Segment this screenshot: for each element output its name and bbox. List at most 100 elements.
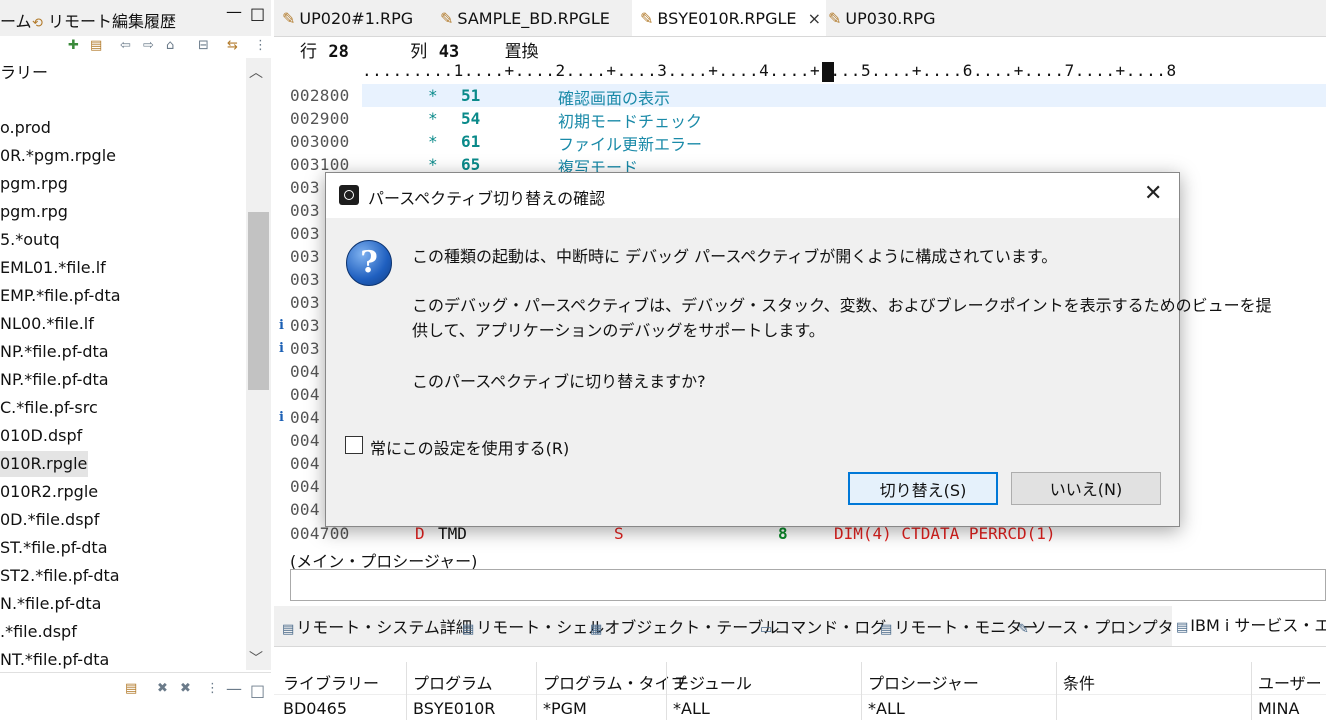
dialog-title: パースペクティブ切り替えの確認 bbox=[368, 189, 606, 208]
table-cell[interactable]: BSYE010R bbox=[413, 699, 495, 718]
results-header: ライブラリー プログラム プログラム・タイプ モジュール プロシージャー 条件 … bbox=[274, 662, 1326, 695]
tab-remote-monitor[interactable]: ▤ リモート・モニター bbox=[880, 614, 1038, 638]
tree-item[interactable]: 0D.*file.dspf bbox=[0, 507, 99, 533]
collapse-all-icon[interactable]: ⊟ bbox=[198, 38, 209, 53]
table-cell[interactable]: MINA bbox=[1258, 699, 1299, 718]
info-marker-icon: i bbox=[279, 341, 284, 356]
source-comment[interactable]: 初期モードチェック bbox=[558, 108, 702, 132]
tree-item[interactable]: .*file.dspf bbox=[0, 619, 77, 645]
indicator-number: 54 bbox=[461, 109, 481, 128]
minimize-button[interactable]: — bbox=[226, 2, 242, 21]
tree-item[interactable]: o.prod bbox=[0, 115, 51, 141]
column-divider[interactable] bbox=[666, 662, 667, 720]
tree-item[interactable]: NL00.*file.lf bbox=[0, 311, 94, 337]
tree-item[interactable]: NP.*file.pf-dta bbox=[0, 339, 109, 365]
column-header[interactable]: モジュール bbox=[673, 670, 752, 694]
info-marker-icon: i bbox=[279, 318, 284, 333]
column-divider[interactable] bbox=[1056, 662, 1057, 720]
comment-star: * bbox=[428, 109, 438, 128]
new-connection-icon[interactable]: ✚ bbox=[68, 38, 79, 53]
tree-item[interactable]: 010D.dspf bbox=[0, 423, 82, 449]
tab-label: UP030.RPG bbox=[845, 9, 936, 28]
tree-item[interactable]: NT.*file.pf-dta bbox=[0, 647, 109, 673]
column-divider[interactable] bbox=[536, 662, 537, 720]
tree-item[interactable]: EMP.*file.pf-dta bbox=[0, 283, 121, 309]
tab-partial[interactable]: ーム bbox=[0, 8, 32, 32]
tab-sample-bd[interactable]: ✎ SAMPLE_BD.RPGLE bbox=[432, 0, 636, 36]
tree-item[interactable]: NP.*file.pf-dta bbox=[0, 367, 109, 393]
scroll-up-icon[interactable]: ︿ bbox=[249, 62, 263, 82]
line-number-partial: 004 bbox=[290, 431, 320, 450]
switch-button[interactable]: 切り替え(S) bbox=[848, 472, 998, 505]
column-header[interactable]: プログラム bbox=[413, 670, 493, 694]
remove-all-icon[interactable]: ✖ bbox=[180, 681, 191, 696]
pencil-icon: ✎ bbox=[440, 9, 454, 28]
procedure-field[interactable] bbox=[290, 569, 1326, 601]
minimize-button[interactable]: — bbox=[226, 679, 242, 698]
column-header[interactable]: 条件 bbox=[1063, 670, 1095, 694]
column-divider[interactable] bbox=[406, 662, 407, 720]
tab-command-log[interactable]: ▭ コマンド・ログ bbox=[760, 614, 886, 638]
column-header[interactable]: ライブラリー bbox=[283, 670, 379, 694]
tree-item[interactable]: ST.*file.pf-dta bbox=[0, 535, 108, 561]
tab-close-icon[interactable]: × bbox=[808, 9, 821, 28]
close-icon[interactable]: ✕ bbox=[1144, 181, 1162, 206]
forward-icon[interactable]: ⇨ bbox=[143, 38, 154, 53]
tab-remote-edit-history-label: リモート編集履歴 bbox=[48, 12, 177, 31]
view-menu-icon[interactable]: ⋮ bbox=[254, 38, 267, 53]
log-icon: ▭ bbox=[760, 622, 773, 637]
tab-up030[interactable]: ✎ UP030.RPG bbox=[820, 0, 958, 36]
no-button[interactable]: いいえ(N) bbox=[1011, 472, 1161, 505]
tree-item[interactable]: ST2.*file.pf-dta bbox=[0, 563, 120, 589]
table-cell[interactable]: *ALL bbox=[673, 699, 710, 718]
tree-item[interactable]: pgm.rpg bbox=[0, 171, 68, 197]
tab-object-table[interactable]: ▦ オブジェクト・テーブル bbox=[590, 614, 779, 638]
app-icon bbox=[339, 185, 359, 205]
tree-item[interactable]: 5.*outq bbox=[0, 227, 60, 253]
tab-ibm-i-service[interactable]: ▤IBM i サービス・エン bbox=[1172, 606, 1326, 646]
line-number-partial: 003 bbox=[290, 270, 320, 289]
tab-source-prompter[interactable]: ✎ ソース・プロンプター bbox=[1018, 614, 1190, 638]
remember-setting-label[interactable]: 常にこの設定を使用する(R) bbox=[370, 435, 569, 459]
source-comment[interactable]: 確認画面の表示 bbox=[558, 85, 670, 109]
tab-remote-edit-history[interactable]: ⟲ リモート編集履歴 bbox=[32, 8, 176, 32]
dialog-titlebar[interactable]: パースペクティブ切り替えの確認 ✕ bbox=[326, 173, 1179, 218]
column-divider[interactable] bbox=[861, 662, 862, 720]
maximize-button[interactable]: □ bbox=[250, 4, 265, 23]
view-menu-icon[interactable]: ⋮ bbox=[206, 681, 219, 696]
tree-item[interactable]: ラリー bbox=[0, 60, 48, 86]
filter-icon[interactable]: ▤ bbox=[90, 38, 102, 53]
maximize-button[interactable]: □ bbox=[250, 681, 265, 700]
link-with-editor-icon[interactable]: ⇆ bbox=[227, 38, 238, 53]
back-icon[interactable]: ⇦ bbox=[120, 38, 131, 53]
tree-scrollbar-thumb[interactable] bbox=[248, 212, 269, 390]
tab-remote-system-details[interactable]: ▤ リモート・システム詳細 bbox=[282, 614, 472, 638]
tab-up020[interactable]: ✎ UP020#1.RPG bbox=[274, 0, 438, 36]
tree-item[interactable]: 010R2.rpgle bbox=[0, 479, 98, 505]
tree-item[interactable]: C.*file.pf-src bbox=[0, 395, 98, 421]
service-icon: ▤ bbox=[1176, 620, 1189, 635]
home-icon[interactable]: ⌂ bbox=[166, 38, 174, 53]
remove-icon[interactable]: ✖ bbox=[157, 681, 168, 696]
column-divider[interactable] bbox=[1251, 662, 1252, 720]
tree-item[interactable]: 0R.*pgm.rpgle bbox=[0, 143, 116, 169]
table-cell[interactable]: *PGM bbox=[543, 699, 587, 718]
tree-item[interactable]: pgm.rpg bbox=[0, 199, 68, 225]
scroll-down-icon[interactable]: ﹀ bbox=[249, 648, 263, 668]
remember-setting-checkbox[interactable] bbox=[345, 436, 363, 454]
column-header[interactable]: プロシージャー bbox=[868, 670, 979, 694]
ruler-cursor bbox=[822, 62, 834, 82]
line-number-partial: 004 bbox=[290, 362, 320, 381]
source-comment[interactable]: ファイル更新エラー bbox=[558, 131, 702, 155]
tree-item[interactable]: N.*file.pf-dta bbox=[0, 591, 101, 617]
tab-bsye010r[interactable]: ✎ BSYE010R.RPGLE × bbox=[632, 0, 826, 36]
confirm-perspective-switch-dialog: パースペクティブ切り替えの確認 ✕ ? この種類の起動は、中断時に デバッグ パ… bbox=[325, 172, 1272, 527]
tree-item-selected[interactable]: 010R.rpgle bbox=[0, 451, 88, 477]
properties-icon[interactable]: ▤ bbox=[125, 681, 137, 696]
tab-remote-shell[interactable]: ▤ リモート・シェル bbox=[462, 614, 604, 638]
column-header[interactable]: プログラム・タイプ bbox=[543, 670, 687, 694]
table-cell[interactable]: BD0465 bbox=[283, 699, 347, 718]
table-cell[interactable]: *ALL bbox=[868, 699, 905, 718]
tree-item[interactable]: EML01.*file.lf bbox=[0, 255, 106, 281]
column-header[interactable]: ユーザー ID bbox=[1258, 670, 1326, 694]
